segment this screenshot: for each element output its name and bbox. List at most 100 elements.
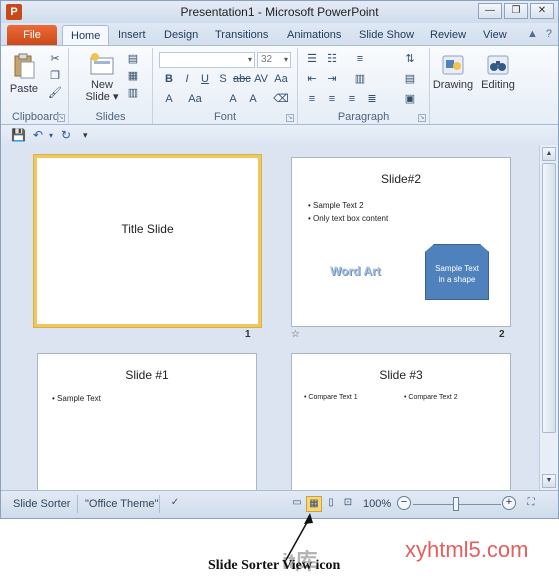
restore-button[interactable]: ❐ [504,3,528,19]
tab-review[interactable]: Review [430,27,466,45]
fit-to-window-icon[interactable]: ⛶ [523,496,539,512]
new-slide-label: New [90,79,113,91]
shrink-font-icon[interactable]: A [245,92,261,106]
reset-icon[interactable]: ▦ [125,69,141,83]
clear-formatting-icon[interactable]: ⌫ [273,92,289,106]
title-bar: P Presentation1 - Microsoft PowerPoint —… [1,1,558,23]
zoom-in-button[interactable]: + [502,496,516,510]
columns-icon[interactable]: ▥ [352,72,368,86]
zoom-slider-thumb[interactable] [453,497,459,511]
slide-1-number: 1 [245,329,251,340]
editing-label: Editing [481,79,515,91]
scroll-down-button[interactable]: ▼ [542,474,556,488]
slide-2-bullet-2: • Only text box content [308,214,389,223]
align-right-icon[interactable]: ≡ [344,92,360,106]
char-spacing-icon[interactable]: AV [253,72,269,86]
strikethrough-icon[interactable]: abc [233,72,251,86]
slide-thumbnail-3[interactable]: Slide #1 • Sample Text [37,353,257,490]
font-size-combo[interactable]: 32 ▾ [257,52,291,68]
slide-4-title: Slide #3 [379,368,423,382]
copy-icon[interactable]: ❐ [47,69,63,83]
zoom-out-button[interactable]: − [397,496,411,510]
scroll-thumb[interactable] [542,163,556,433]
line-spacing-icon[interactable]: ≡ [352,52,368,66]
normal-view-icon[interactable]: ▭ [289,496,305,512]
tab-home[interactable]: Home [62,25,110,47]
font-name-combo[interactable]: ▾ [159,52,255,68]
slide-show-view-icon[interactable]: ⊡ [340,496,356,512]
status-bar: Slide Sorter "Office Theme" ✓ ▭ ▦ ▯ ⊡ 10… [1,490,558,518]
save-icon[interactable]: 💾 [11,128,26,142]
redo-icon[interactable]: ↻ [61,128,71,142]
change-case-icon[interactable]: Aa [273,72,289,86]
undo-dropdown-icon[interactable]: ▾ [49,131,53,140]
change-case-dropdown-icon[interactable]: Aa [187,92,203,106]
drawing-label: Drawing [432,79,474,91]
slide-4-bullet-1: • Compare Text 1 [304,394,358,401]
slide-2-title: Slide#2 [380,172,422,186]
justify-icon[interactable]: ≣ [364,92,380,106]
italic-icon[interactable]: I [179,72,195,86]
drawing-button[interactable]: Drawing [432,52,474,91]
bullets-icon[interactable]: ☰ [304,52,320,66]
clipboard-group: Paste ✂ ❐ 🖌 Clipboard ↘ [3,48,69,124]
vertical-scrollbar[interactable]: ▲ ▼ [539,145,558,490]
undo-icon[interactable]: ↶ [33,128,43,142]
drawing-group: Drawing [430,48,476,124]
tab-transitions[interactable]: Transitions [215,27,268,45]
reading-view-icon[interactable]: ▯ [323,496,339,512]
quick-access-toolbar: 💾 ↶ ▾ ↻ ▾ [1,125,558,145]
slide-1-title: Title Slide [121,222,174,236]
scroll-up-button[interactable]: ▲ [542,147,556,161]
new-slide-button[interactable]: New Slide ▾ [85,52,119,103]
align-text-icon[interactable]: ▤ [402,72,418,86]
numbering-icon[interactable]: ☷ [324,52,340,66]
decrease-indent-icon[interactable]: ⇤ [304,72,320,86]
spell-check-icon[interactable]: ✓ [167,496,183,512]
smartart-icon[interactable]: ▣ [402,92,418,106]
transition-star-icon[interactable]: ☆ [291,329,300,340]
slide-thumbnail-1[interactable]: Title Slide [33,154,262,328]
paragraph-launcher-icon[interactable]: ↘ [418,114,426,122]
close-button[interactable]: ✕ [530,3,554,19]
slide-thumbnail-2[interactable]: Slide#2 • Sample Text 2 • Only text box … [291,157,511,327]
text-direction-icon[interactable]: ⇅ [402,52,418,66]
paragraph-label: Paragraph [337,111,390,123]
align-center-icon[interactable]: ≡ [324,92,340,106]
tab-slide-show[interactable]: Slide Show [359,27,414,45]
font-color-icon[interactable]: A [161,92,177,106]
paragraph-group: ☰ ☷ ≡ ⇅ ⇤ ⇥ ▥ ▤ ≡ ≡ ≡ ≣ ▣ Paragraph ↘ [298,48,430,124]
minimize-ribbon-icon[interactable]: ▲ [527,28,538,40]
minimize-button[interactable]: — [478,3,502,19]
font-launcher-icon[interactable]: ↘ [286,114,294,122]
tab-insert[interactable]: Insert [118,27,146,45]
underline-icon[interactable]: U [197,72,213,86]
tab-file[interactable]: File [7,25,57,45]
increase-indent-icon[interactable]: ⇥ [324,72,340,86]
help-icon[interactable]: ? [546,28,552,40]
slide-2-wordart: Word Art [330,264,381,278]
slide-sorter-view-icon[interactable]: ▦ [306,496,322,512]
tab-design[interactable]: Design [164,27,198,45]
align-left-icon[interactable]: ≡ [304,92,320,106]
cut-icon[interactable]: ✂ [47,52,63,66]
paste-button[interactable]: Paste [9,52,39,95]
format-painter-icon[interactable]: 🖌 [47,86,63,100]
ribbon-right-controls: ▲ ? [527,28,552,40]
layout-icon[interactable]: ▤ [125,52,141,66]
clipboard-launcher-icon[interactable]: ↘ [57,114,65,122]
slide-3-bullet-1: • Sample Text [52,394,101,403]
shadow-icon[interactable]: S [215,72,231,86]
tab-view[interactable]: View [483,27,507,45]
grow-font-icon[interactable]: A [225,92,241,106]
slide-2-number: 2 [499,329,505,340]
theme-name[interactable]: "Office Theme" [85,498,158,510]
section-icon[interactable]: ▥ [125,86,141,100]
customize-qat-icon[interactable]: ▾ [83,130,88,141]
zoom-level[interactable]: 100% [363,498,391,510]
editing-button[interactable]: Editing [478,52,518,91]
tab-animations[interactable]: Animations [287,27,341,45]
new-slide-label-2: Slide ▾ [85,91,119,103]
slide-thumbnail-4[interactable]: Slide #3 • Compare Text 1 • Compare Text… [291,353,511,490]
bold-icon[interactable]: B [161,72,177,86]
